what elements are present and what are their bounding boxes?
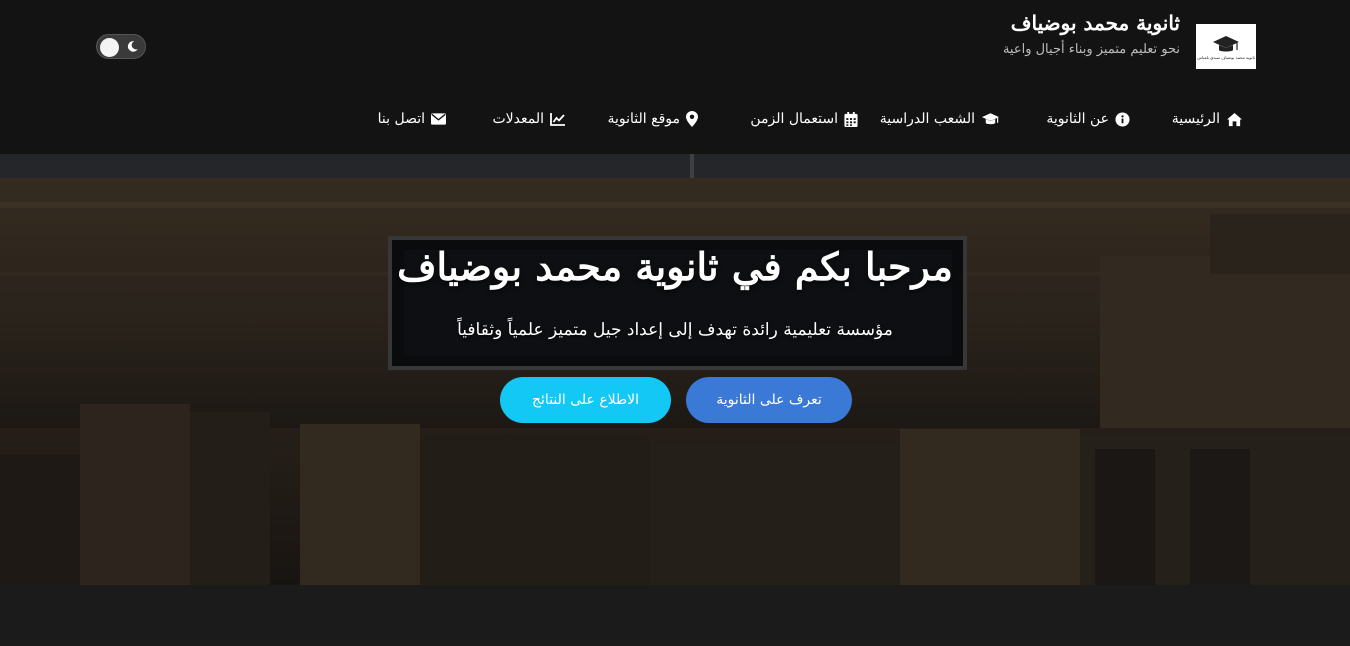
nav-label: الرئيسية: [1171, 111, 1220, 127]
site-header: ثانوية محمد بوضياف سيدي بلعباس ثانوية مح…: [0, 0, 1350, 154]
dark-mode-toggle[interactable]: [96, 34, 146, 59]
moon-icon: [127, 41, 138, 52]
nav-item-timetable[interactable]: استعمال الزمن: [750, 107, 858, 131]
brand-text: ثانوية محمد بوضياف نحو تعليم متميز وبناء…: [1003, 10, 1180, 58]
about-school-button[interactable]: تعرف على الثانوية: [686, 377, 852, 423]
school-logo[interactable]: ثانوية محمد بوضياف سيدي بلعباس: [1196, 24, 1256, 69]
nav-label: الشعب الدراسية: [879, 111, 975, 127]
nav-label: موقع الثانوية: [607, 111, 680, 127]
nav-item-about[interactable]: عن الثانوية: [1046, 107, 1130, 131]
graduation-cap-icon: [1213, 35, 1239, 51]
logo-caption: ثانوية محمد بوضياف سيدي بلعباس: [1197, 54, 1255, 60]
graduation-cap-icon: [981, 113, 1000, 125]
hero-section: مرحبا بكم في ثانوية محمد بوضياف مؤسسة تع…: [0, 154, 1350, 585]
hero-overlay: [0, 154, 1350, 585]
brand[interactable]: ثانوية محمد بوضياف سيدي بلعباس ثانوية مح…: [1003, 10, 1256, 70]
site-tagline: نحو تعليم متميز وبناء أجيال واعية: [1002, 42, 1180, 57]
chart-line-icon: [550, 113, 565, 126]
hero-title: مرحبا بكم في ثانوية محمد بوضياف: [397, 244, 953, 289]
nav-label: استعمال الزمن: [750, 111, 838, 127]
nav-label: عن الثانوية: [1046, 111, 1109, 127]
info-circle-icon: [1115, 111, 1130, 127]
view-results-button[interactable]: الاطلاع على النتائج: [500, 377, 671, 423]
main-nav: الرئيسية عن الثانوية الشعب الدراسية استع…: [0, 107, 1350, 131]
home-icon: [1227, 112, 1242, 126]
nav-label: المعدلات: [492, 111, 544, 127]
page-content-area: [0, 585, 1350, 646]
calendar-icon: [844, 111, 858, 127]
envelope-icon: [431, 113, 446, 125]
nav-item-location[interactable]: موقع الثانوية: [607, 107, 698, 131]
site-title: ثانوية محمد بوضياف: [1010, 11, 1180, 35]
map-marker-icon: [686, 111, 698, 127]
nav-label: اتصل بنا: [377, 111, 425, 127]
nav-item-averages[interactable]: المعدلات: [492, 107, 566, 131]
nav-item-home[interactable]: الرئيسية: [1172, 107, 1243, 131]
toggle-knob: [100, 38, 119, 57]
nav-item-contact[interactable]: اتصل بنا: [378, 107, 446, 131]
nav-item-branches[interactable]: الشعب الدراسية: [880, 107, 1000, 131]
hero-subtitle: مؤسسة تعليمية رائدة تهدف إلى إعداد جيل م…: [457, 320, 893, 340]
